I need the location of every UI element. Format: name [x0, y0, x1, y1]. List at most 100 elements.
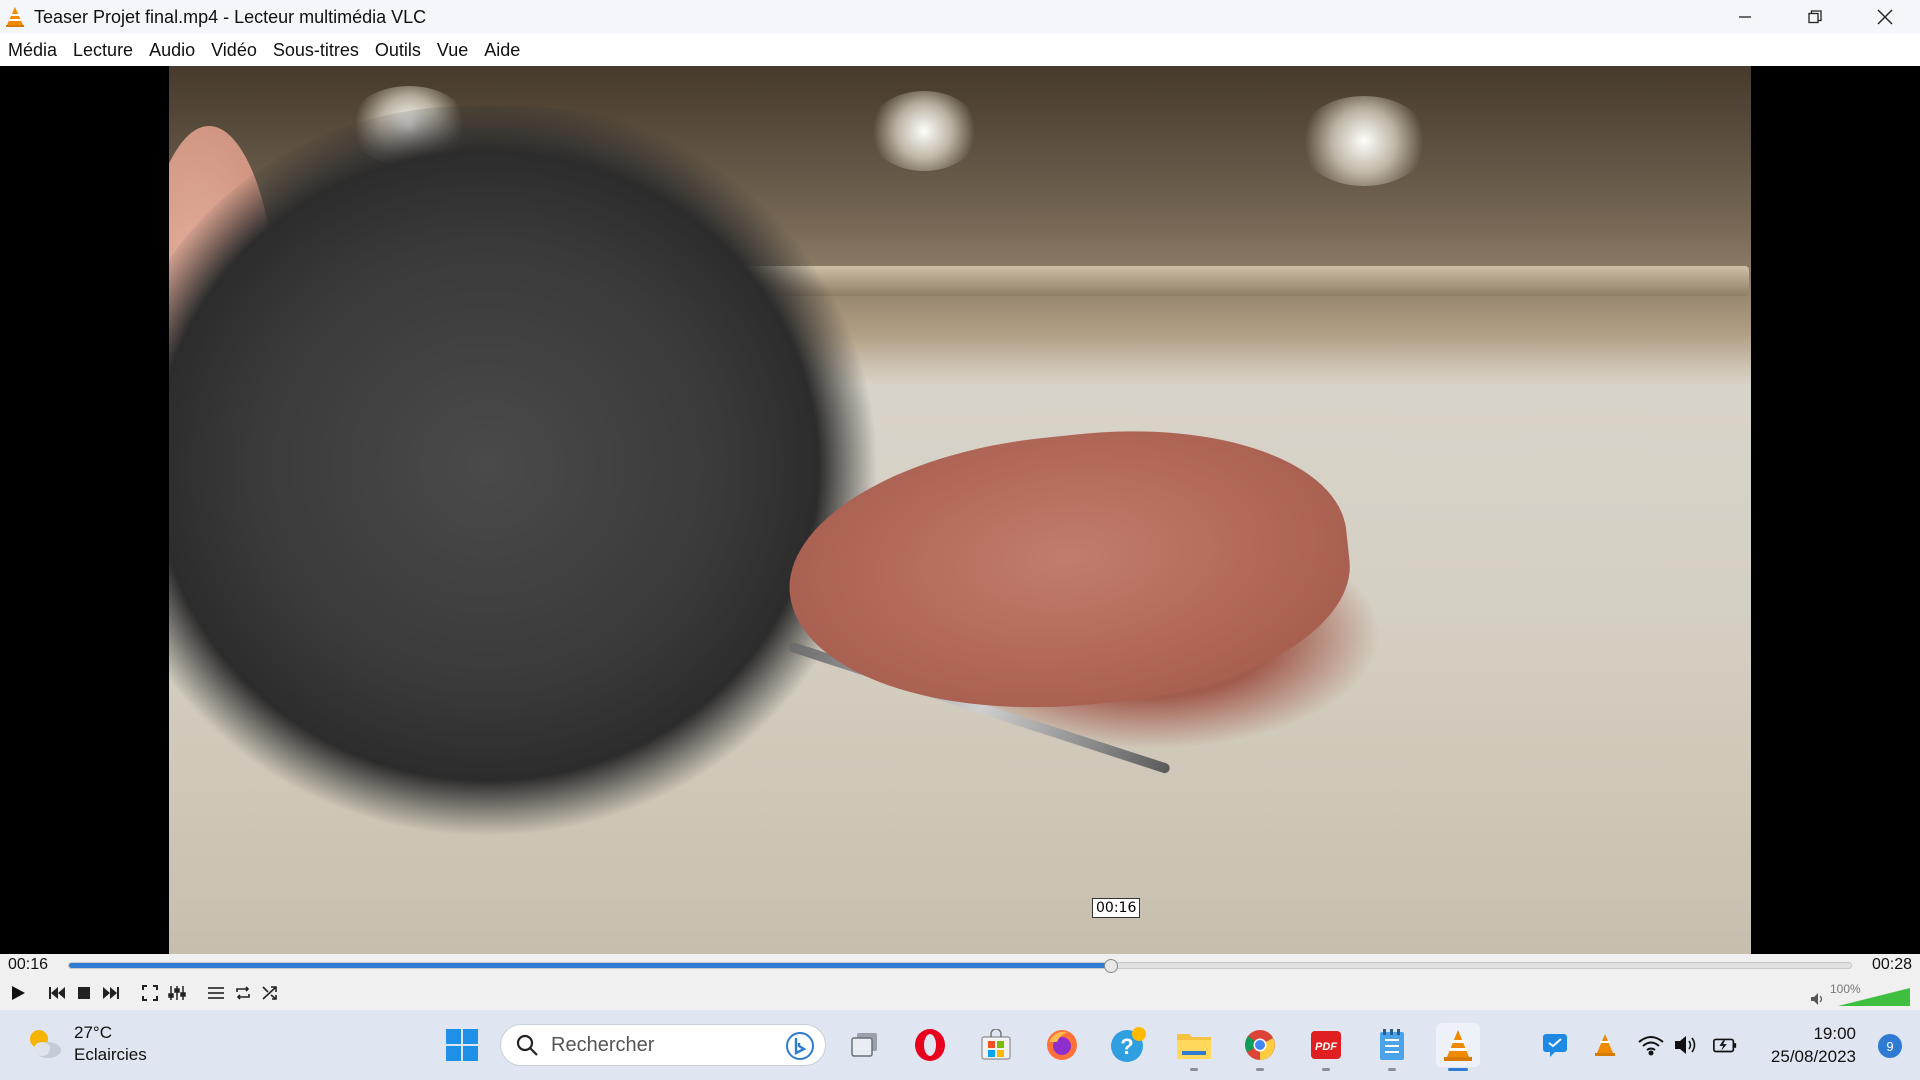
chrome-icon [1245, 1030, 1275, 1060]
window-title: Teaser Projet final.mp4 - Lecteur multim… [34, 6, 427, 27]
volume-slider[interactable]: 100% [1810, 982, 1910, 1006]
menu-tools[interactable]: Outils [375, 38, 421, 63]
elapsed-time: 00:16 [8, 956, 49, 973]
title-bar: Teaser Projet final.mp4 - Lecteur multim… [0, 0, 1920, 34]
minimize-button[interactable] [1710, 0, 1780, 34]
notepad-button[interactable] [1370, 1023, 1414, 1071]
notification-badge[interactable]: 9 [1878, 1034, 1902, 1058]
chat-tray-button[interactable] [1542, 1032, 1568, 1058]
seek-row: 00:16 00:28 [0, 954, 1920, 976]
svg-text:PDF: PDF [1315, 1041, 1337, 1053]
next-icon [103, 987, 119, 999]
video-light [869, 91, 979, 171]
opera-icon [915, 1029, 945, 1061]
battery-charging-icon [1713, 1038, 1737, 1053]
clock-time: 19:00 [1813, 1024, 1856, 1043]
bing-icon[interactable] [785, 1031, 815, 1061]
battery-tray-button[interactable] [1712, 1032, 1738, 1058]
partly-cloudy-icon [30, 1030, 61, 1058]
menu-subtitles[interactable]: Sous-titres [273, 38, 359, 63]
volume-tray-button[interactable] [1674, 1032, 1700, 1058]
wifi-icon [1638, 1036, 1664, 1056]
loop-icon [236, 986, 250, 1000]
search-icon [516, 1034, 538, 1056]
weather-temperature: 27°C [74, 1023, 112, 1042]
next-button[interactable] [99, 981, 123, 1005]
file-explorer-icon [1177, 1034, 1211, 1059]
stop-icon [78, 987, 90, 999]
previous-icon [49, 987, 65, 999]
stop-button[interactable] [72, 981, 96, 1005]
video-area[interactable]: 00:16 [0, 66, 1920, 954]
task-view-button[interactable] [843, 1023, 887, 1067]
vlc-tray-button[interactable] [1592, 1032, 1618, 1058]
pdf-icon: PDF [1311, 1031, 1341, 1059]
total-time: 00:28 [1871, 956, 1912, 973]
video-light [1299, 96, 1429, 186]
video-frame [169, 66, 1751, 954]
volume-percent: 100% [1830, 982, 1861, 996]
weather-condition: Eclaircies [74, 1045, 147, 1064]
taskbar: 27°C Eclaircies Rechercher ? PDF 19:00 2… [0, 1010, 1920, 1080]
search-placeholder: Rechercher [551, 1033, 655, 1056]
menu-view[interactable]: Vue [437, 38, 468, 63]
task-view-icon [851, 1033, 877, 1057]
notepad-icon [1380, 1029, 1404, 1060]
windows-start-icon [446, 1029, 478, 1061]
running-indicator [1388, 1068, 1396, 1071]
vlc-icon [1444, 1030, 1472, 1061]
close-button[interactable] [1850, 0, 1920, 34]
extended-settings-icon [168, 986, 186, 1000]
extended-settings-button[interactable] [165, 981, 189, 1005]
restore-button[interactable] [1780, 0, 1850, 34]
play-button[interactable] [6, 981, 30, 1005]
seek-progress [69, 963, 1112, 968]
system-clock[interactable]: 19:00 25/08/2023 [1771, 1022, 1856, 1068]
loop-button[interactable] [231, 981, 255, 1005]
menu-video[interactable]: Vidéo [211, 38, 257, 63]
seek-handle[interactable] [1104, 959, 1119, 973]
vlc-tray-icon [1595, 1034, 1615, 1056]
opera-button[interactable] [908, 1023, 952, 1067]
wifi-tray-button[interactable] [1638, 1032, 1664, 1058]
firefox-button[interactable] [1040, 1023, 1084, 1067]
running-indicator [1256, 1068, 1264, 1071]
running-indicator [1190, 1068, 1198, 1071]
speaker-icon [1811, 993, 1823, 1005]
seek-tooltip: 00:16 [1092, 898, 1141, 918]
start-button[interactable] [440, 1023, 484, 1067]
menu-audio[interactable]: Audio [149, 38, 195, 63]
shuffle-button[interactable] [258, 981, 282, 1005]
menu-bar: Média Lecture Audio Vidéo Sous-titres Ou… [0, 34, 1920, 66]
shuffle-icon [262, 986, 277, 1000]
fullscreen-button[interactable] [138, 981, 162, 1005]
weather-widget[interactable]: 27°C Eclaircies [24, 1022, 147, 1066]
pdf-button[interactable]: PDF [1304, 1023, 1348, 1071]
help-button[interactable]: ? [1106, 1023, 1150, 1067]
help-icon: ? [1111, 1027, 1146, 1062]
running-indicator [1322, 1068, 1330, 1071]
store-button[interactable] [974, 1023, 1018, 1067]
chat-icon [1543, 1034, 1567, 1057]
svg-text:?: ? [1120, 1034, 1133, 1059]
firefox-icon [1047, 1030, 1077, 1060]
running-indicator-active [1448, 1068, 1468, 1071]
playlist-button[interactable] [204, 981, 228, 1005]
clock-date: 25/08/2023 [1770, 1047, 1856, 1066]
playback-controls: 100% [0, 976, 1920, 1010]
chrome-button[interactable] [1238, 1023, 1282, 1071]
menu-help[interactable]: Aide [484, 38, 520, 63]
microsoft-store-icon [981, 1029, 1011, 1060]
vlc-cone-icon [6, 7, 24, 27]
previous-button[interactable] [45, 981, 69, 1005]
fullscreen-icon [142, 985, 158, 1001]
seek-bar[interactable] [68, 959, 1852, 973]
vlc-button[interactable] [1436, 1023, 1480, 1071]
taskbar-search[interactable]: Rechercher [500, 1024, 826, 1066]
menu-playback[interactable]: Lecture [73, 38, 133, 63]
file-explorer-button[interactable] [1172, 1023, 1216, 1071]
restore-icon [1808, 10, 1822, 24]
play-icon [12, 986, 25, 1000]
menu-media[interactable]: Média [8, 38, 57, 63]
volume-icon [1675, 1036, 1696, 1054]
